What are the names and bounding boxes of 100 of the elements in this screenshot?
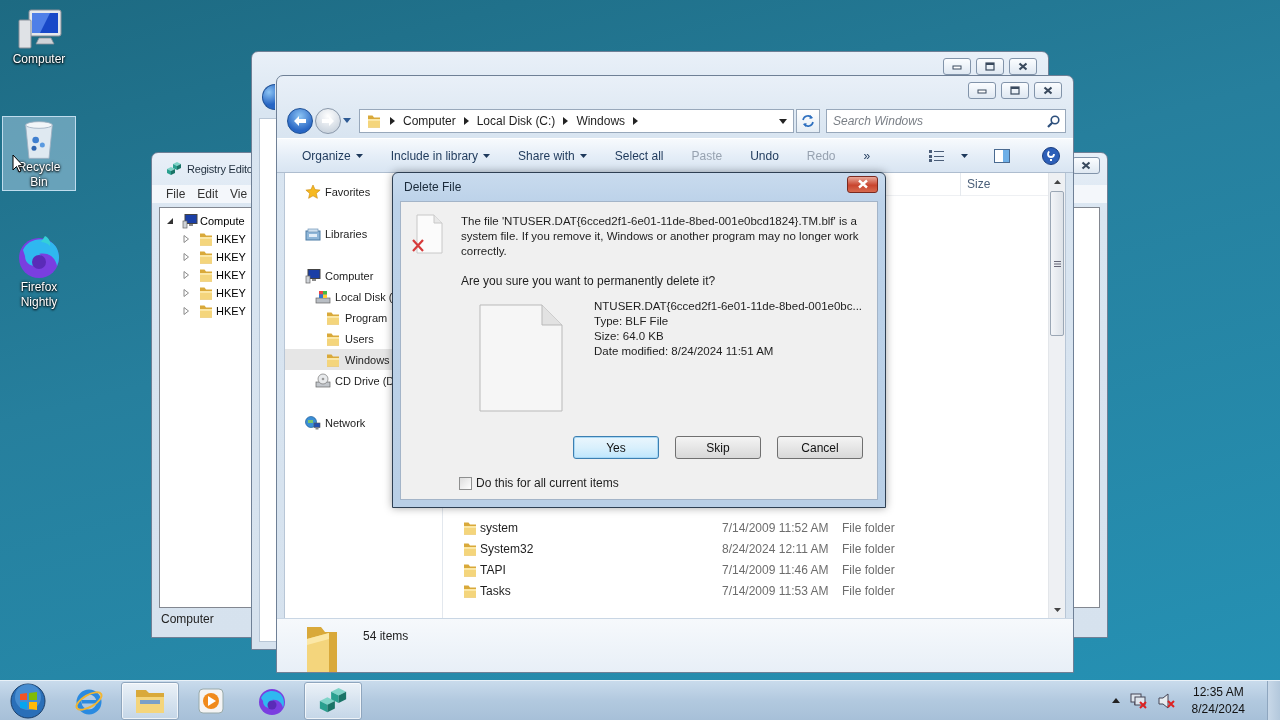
- menu-item[interactable]: Vie: [224, 187, 254, 201]
- taskbar-button[interactable]: [121, 681, 179, 720]
- file-type: File folder: [842, 562, 896, 577]
- nav-item[interactable]: Users: [285, 328, 393, 349]
- collapsed-arrow-icon[interactable]: [182, 307, 190, 315]
- desktop-icon[interactable]: Computer: [2, 4, 76, 79]
- checkbox[interactable]: [459, 476, 472, 490]
- nav-item[interactable]: Network: [285, 412, 393, 433]
- column-header[interactable]: Size: [960, 173, 1040, 196]
- nav-item[interactable]: Windows: [285, 349, 393, 370]
- clock[interactable]: 12:35 AM 8/24/2024: [1191, 683, 1245, 718]
- menu-item[interactable]: File: [160, 187, 192, 201]
- desktop-icon[interactable]: Firefox Nightly: [2, 228, 76, 319]
- file-type: File folder: [842, 520, 896, 535]
- toolbar-button[interactable]: Organize: [288, 142, 377, 169]
- toolbar-button[interactable]: Select all: [600, 142, 678, 169]
- folder-icon: [366, 113, 382, 129]
- close-button[interactable]: [1034, 81, 1062, 99]
- tree-item[interactable]: HKEY: [216, 287, 246, 299]
- refresh-icon: [801, 114, 816, 128]
- folder-icon: [198, 285, 214, 301]
- back-button[interactable]: [262, 84, 275, 110]
- folder-icon: [198, 249, 214, 265]
- close-button[interactable]: [1072, 156, 1100, 174]
- taskbar-button[interactable]: [304, 681, 362, 720]
- yes-button[interactable]: Yes: [573, 436, 659, 459]
- network-disconnected-icon[interactable]: [1129, 692, 1148, 709]
- file-name[interactable]: TAPI: [480, 562, 506, 577]
- drive-icon: [315, 288, 331, 305]
- forward-arrow-icon: [321, 115, 335, 127]
- collapsed-arrow-icon[interactable]: [182, 235, 190, 243]
- file-size: Size: 64.0 KB: [594, 329, 665, 344]
- breadcrumb-item[interactable]: Computer: [403, 114, 456, 128]
- breadcrumb-item[interactable]: Local Disk (C:): [476, 114, 556, 128]
- file-icon: [479, 304, 563, 412]
- breadcrumb-arrow-icon[interactable]: [563, 117, 569, 125]
- scroll-thumb[interactable]: [1050, 191, 1064, 336]
- breadcrumb-item[interactable]: Windows: [576, 114, 626, 128]
- file-name: NTUSER.DAT{6cced2f1-6e01-11de-8bed-001e0bc...: [594, 299, 863, 314]
- deleted-file-icon: [411, 214, 446, 254]
- breadcrumb-arrow-icon[interactable]: [633, 117, 639, 125]
- toolbar-button[interactable]: »: [849, 142, 885, 169]
- checkbox-label[interactable]: Do this for all current items: [476, 476, 619, 490]
- tree-item[interactable]: HKEY: [216, 305, 246, 317]
- collapsed-arrow-icon[interactable]: [182, 289, 190, 297]
- speaker-muted-icon[interactable]: [1157, 692, 1176, 709]
- refresh-button[interactable]: [796, 109, 820, 133]
- nav-item[interactable]: Libraries: [285, 223, 393, 244]
- maximize-button[interactable]: [976, 57, 1004, 75]
- maximize-icon: [985, 61, 995, 71]
- caret-icon: [961, 153, 968, 158]
- tree-item[interactable]: Compute: [200, 215, 245, 227]
- search-icon: [1047, 115, 1060, 128]
- file-name[interactable]: System32: [480, 541, 534, 556]
- nav-item[interactable]: Favorites: [285, 181, 393, 202]
- nav-item[interactable]: Local Disk (: [285, 286, 393, 307]
- cancel-button[interactable]: Cancel: [777, 436, 863, 459]
- computer-icon: [305, 267, 321, 284]
- toolbar-button[interactable]: Undo: [736, 142, 793, 169]
- file-type: Type: BLF File: [594, 314, 670, 329]
- collapsed-arrow-icon[interactable]: [182, 271, 190, 279]
- minimize-button[interactable]: [968, 81, 996, 99]
- computer-icon: [182, 213, 198, 229]
- breadcrumb-arrow-icon[interactable]: [390, 117, 395, 125]
- address-bar[interactable]: Computer Local Disk (C:) Windows: [359, 109, 795, 133]
- toolbar-button[interactable]: Include in library: [376, 142, 505, 169]
- grip-icon: [1053, 260, 1061, 267]
- network-icon: [305, 414, 321, 431]
- preview-pane-icon: [994, 148, 1010, 163]
- close-icon: [1018, 61, 1028, 71]
- file-name[interactable]: system: [480, 520, 518, 535]
- collapsed-arrow-icon[interactable]: [182, 253, 190, 261]
- back-button[interactable]: [287, 108, 313, 134]
- show-hidden-icons-icon[interactable]: [1111, 698, 1120, 703]
- close-button[interactable]: [1009, 57, 1037, 75]
- minimize-button[interactable]: [943, 57, 971, 75]
- file-date-modified: Date modified: 8/24/2024 11:51 AM: [594, 344, 775, 359]
- tree-item[interactable]: HKEY: [216, 251, 246, 263]
- menu-item[interactable]: Edit: [191, 187, 225, 201]
- skip-button[interactable]: Skip: [675, 436, 761, 459]
- help-icon: [1042, 146, 1060, 165]
- tree-item[interactable]: HKEY: [216, 269, 246, 281]
- date-modified: 7/14/2009 11:53 AM: [722, 583, 830, 598]
- breadcrumb-arrow-icon[interactable]: [463, 117, 469, 125]
- nav-item[interactable]: Computer: [285, 265, 393, 286]
- file-name[interactable]: Tasks: [480, 583, 511, 598]
- maximize-icon: [1010, 85, 1020, 95]
- dropdown-caret-icon[interactable]: [779, 118, 788, 124]
- play-icon: [198, 687, 224, 714]
- nav-item[interactable]: Program: [285, 307, 393, 328]
- folder-icon: [198, 303, 214, 319]
- expanded-arrow-icon[interactable]: [166, 217, 174, 225]
- tree-item[interactable]: HKEY: [216, 233, 246, 245]
- scrollbar[interactable]: [1048, 173, 1065, 618]
- windows-logo-icon: [10, 682, 46, 719]
- search-field[interactable]: Search Windows: [826, 109, 1066, 133]
- history-caret-icon[interactable]: [343, 118, 351, 124]
- maximize-button[interactable]: [1001, 81, 1029, 99]
- close-button[interactable]: [847, 175, 878, 193]
- toolbar-button[interactable]: Share with: [504, 142, 601, 169]
